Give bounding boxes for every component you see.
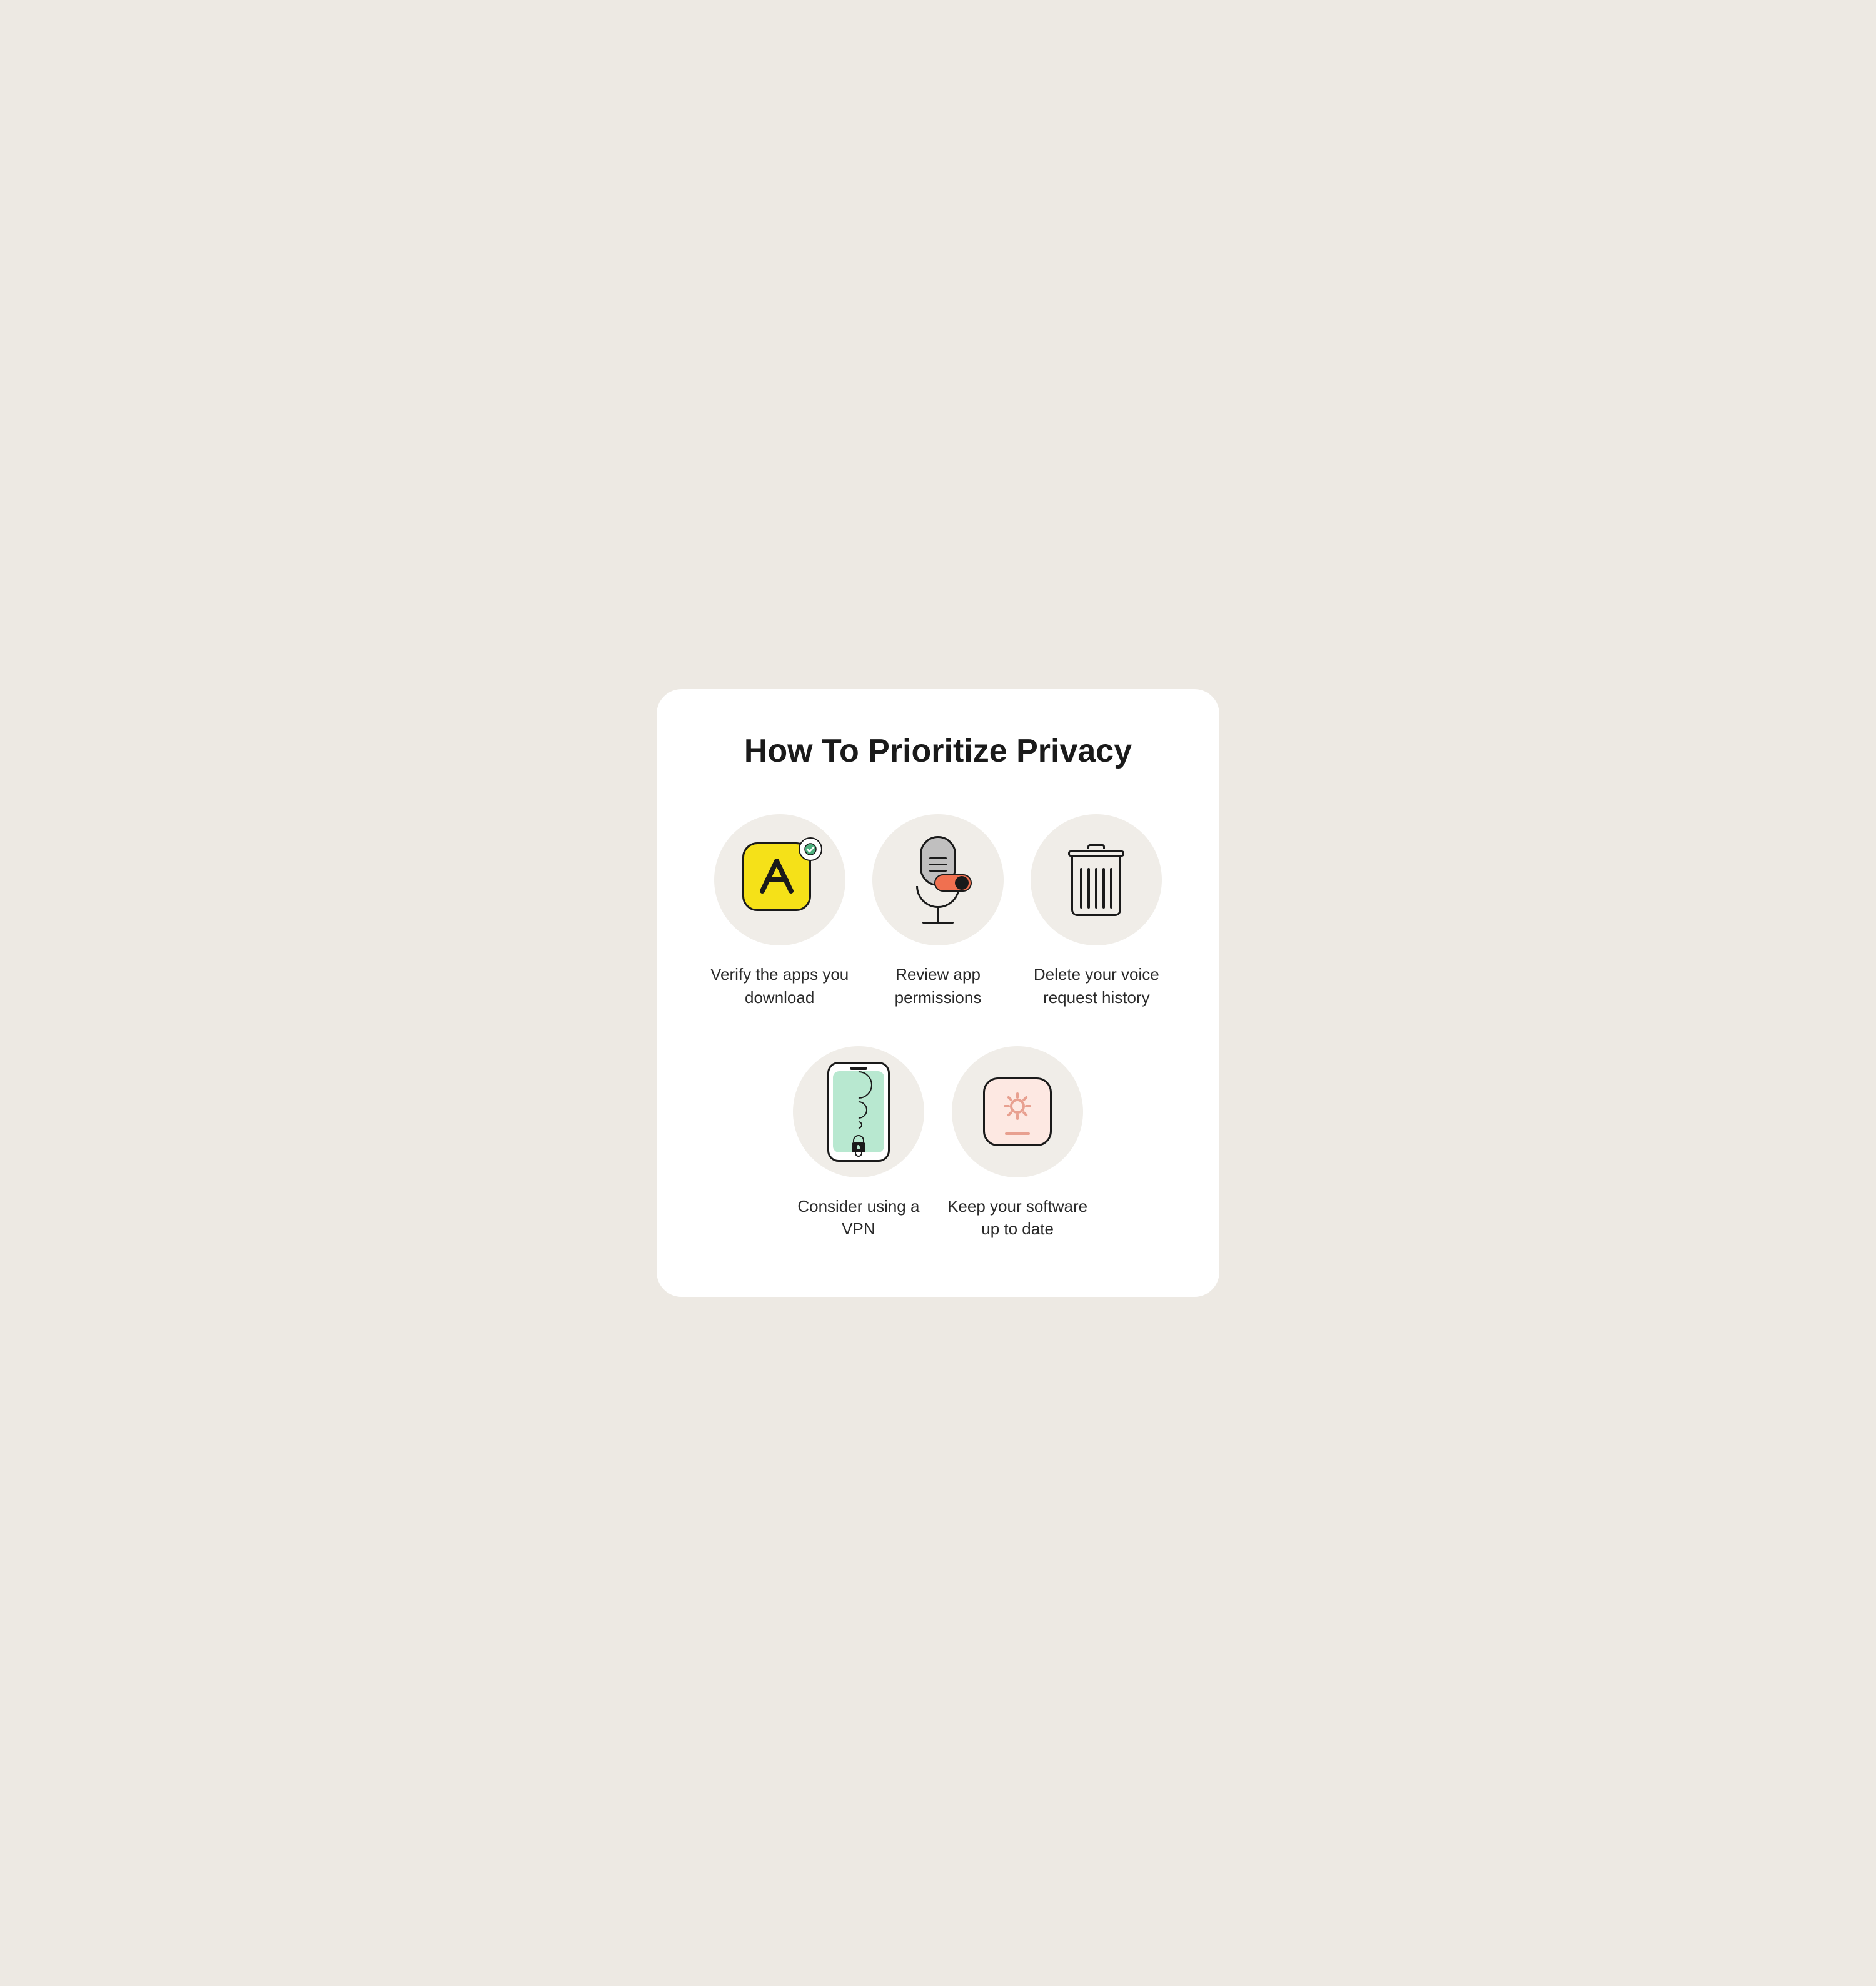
item-delete-voice: Delete your voice request history	[1024, 814, 1169, 1009]
toggle-circle	[955, 876, 969, 890]
item-verify-apps: Verify the apps you download	[707, 814, 852, 1009]
mic-line-1	[929, 857, 947, 859]
mic-body	[920, 836, 956, 886]
phone-outer	[827, 1062, 890, 1162]
gear-svg	[999, 1089, 1036, 1126]
label-review-permissions: Review app permissions	[865, 963, 1011, 1009]
icon-circle-vpn	[793, 1046, 924, 1177]
phone-icon	[827, 1062, 890, 1162]
microphone-icon	[916, 836, 960, 924]
appstore-icon	[742, 842, 817, 917]
trash-bar-4	[1102, 868, 1105, 909]
label-verify-apps: Verify the apps you download	[707, 963, 852, 1009]
icon-circle-trash	[1031, 814, 1162, 945]
wifi-arc-small	[853, 1119, 864, 1130]
item-software-update: Keep your software up to date	[944, 1046, 1091, 1241]
phone-home-button	[855, 1149, 862, 1157]
trash-bar-3	[1095, 868, 1097, 909]
trash-lid-handle	[1087, 844, 1105, 849]
trash-icon	[1068, 844, 1124, 916]
mic-lines	[929, 857, 947, 872]
gear-box-line	[1005, 1132, 1030, 1135]
check-badge	[799, 837, 822, 861]
phone-screen	[833, 1071, 884, 1152]
item-vpn: Consider using a VPN	[785, 1046, 932, 1241]
mic-line-3	[929, 870, 947, 872]
trash-lid	[1068, 850, 1124, 857]
mic-stand	[937, 908, 939, 922]
gear-icon	[983, 1077, 1052, 1146]
trash-bar-5	[1110, 868, 1112, 909]
toggle-pill	[934, 874, 972, 892]
label-software-update: Keep your software up to date	[944, 1195, 1091, 1241]
appstore-a-svg	[755, 855, 799, 899]
main-card: How To Prioritize Privacy	[657, 689, 1219, 1296]
mic-base	[922, 922, 954, 924]
icon-circle-gear	[952, 1046, 1083, 1177]
phone-notch	[850, 1067, 867, 1070]
item-review-permissions: Review app permissions	[865, 814, 1011, 1009]
trash-bar-1	[1080, 868, 1082, 909]
wifi-arc-medium	[846, 1097, 871, 1122]
bottom-grid: Consider using a VPN	[785, 1046, 1091, 1241]
label-delete-voice: Delete your voice request history	[1024, 963, 1169, 1009]
mic-line-2	[929, 864, 947, 865]
wifi-arc-large	[839, 1066, 878, 1104]
page-title: How To Prioritize Privacy	[707, 733, 1169, 770]
check-icon	[804, 843, 817, 855]
top-grid: Verify the apps you download	[707, 814, 1169, 1009]
lock-shackle	[853, 1135, 864, 1142]
label-vpn: Consider using a VPN	[785, 1195, 932, 1241]
trash-body	[1071, 857, 1121, 916]
gear-box	[983, 1077, 1052, 1146]
trash-bar-2	[1087, 868, 1090, 909]
icon-circle-microphone	[872, 814, 1004, 945]
wifi-signal	[845, 1071, 872, 1129]
icon-circle-verify	[714, 814, 845, 945]
